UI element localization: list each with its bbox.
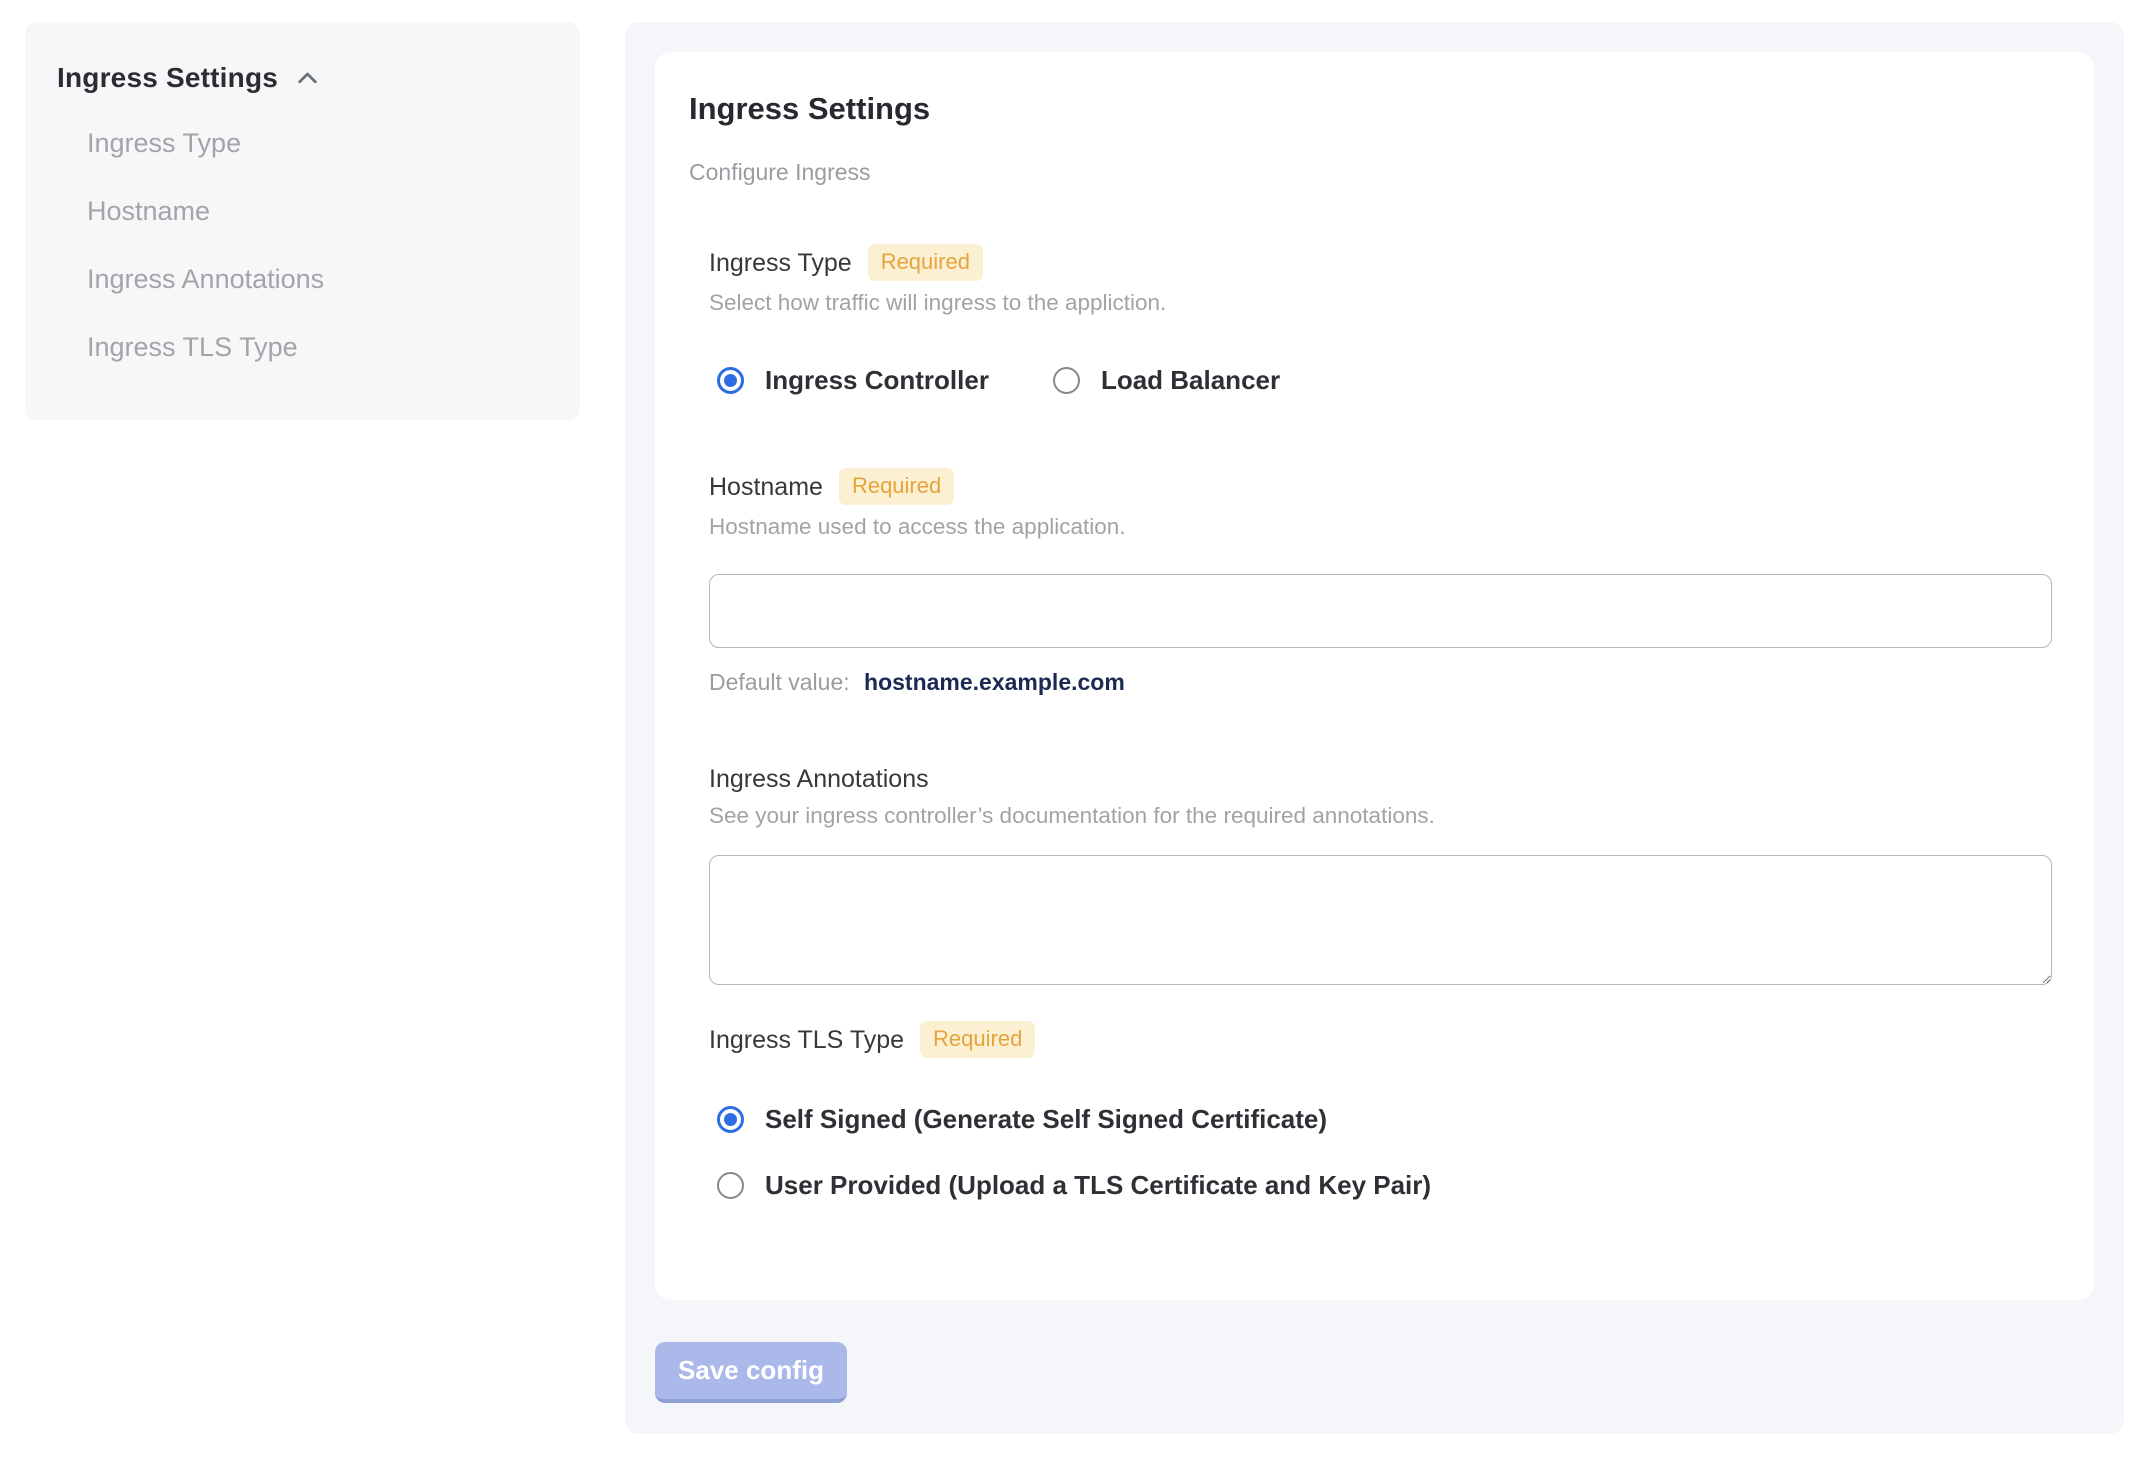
field-label: Ingress Type [709, 248, 852, 277]
field-help-text: Select how traffic will ingress to the a… [709, 290, 1167, 315]
field-label-row: Ingress Type Required [709, 244, 2060, 281]
radio-option-label: Load Balancer [1100, 365, 1281, 395]
ingress-type-radio-group: Ingress Controller Load Balancer [717, 364, 2060, 396]
tls-type-radio-group: Self Signed (Generate Self Signed Certif… [717, 1103, 2060, 1201]
sidebar-item-ingress-type[interactable]: Ingress Type [87, 128, 550, 158]
field-label-row: Ingress TLS Type Required [709, 1021, 2060, 1058]
radio-option-user-provided[interactable]: User Provided (Upload a TLS Certificate … [717, 1169, 2060, 1201]
field-help-text: Hostname used to access the application. [709, 514, 1126, 539]
radio-selected-icon[interactable] [717, 366, 744, 394]
default-value-line: Default value: hostname.example.com [709, 668, 2060, 696]
field-ingress-type: Ingress Type Required Select how traffic… [709, 244, 2060, 396]
radio-option-load-balancer[interactable]: Load Balancer [1052, 364, 1281, 396]
default-value-text: hostname.example.com [864, 669, 1125, 695]
field-hostname: Hostname Required Hostname used to acces… [709, 468, 2060, 696]
radio-option-label: Self Signed (Generate Self Signed Certif… [765, 1104, 1328, 1134]
radio-selected-icon[interactable] [717, 1105, 744, 1133]
hostname-input[interactable] [709, 574, 2052, 648]
sidebar-item-ingress-tls-type[interactable]: Ingress TLS Type [87, 332, 550, 362]
save-config-button[interactable]: Save config [655, 1342, 847, 1403]
page-subtitle: Configure Ingress [689, 159, 871, 185]
settings-panel: Ingress Settings Configure Ingress Ingre… [625, 22, 2124, 1434]
page-title: Ingress Settings [689, 91, 931, 126]
field-label: Ingress TLS Type [709, 1025, 905, 1054]
field-help-text: See your ingress controller’s documentat… [709, 803, 1435, 828]
field-label-row: Hostname Required [709, 468, 2060, 505]
ingress-annotations-textarea[interactable] [709, 855, 2052, 985]
required-badge: Required [838, 468, 955, 505]
field-label: Ingress Annotations [709, 765, 929, 793]
field-label: Hostname [709, 472, 823, 501]
sidebar-section-title: Ingress Settings [57, 62, 279, 93]
sidebar-nav: Ingress Type Hostname Ingress Annotation… [87, 128, 550, 362]
chevron-up-icon [294, 65, 321, 92]
form-sections: Ingress Type Required Select how traffic… [709, 244, 2060, 1201]
default-value-prefix: Default value: [709, 669, 850, 695]
radio-option-label: User Provided (Upload a TLS Certificate … [765, 1170, 1432, 1200]
required-badge: Required [867, 244, 983, 281]
field-label-row: Ingress Annotations [709, 764, 2060, 794]
settings-sidebar: Ingress Settings Ingress Type Hostname I… [25, 22, 580, 420]
radio-option-label: Ingress Controller [765, 365, 989, 395]
ingress-settings-card: Ingress Settings Configure Ingress Ingre… [655, 52, 2094, 1300]
sidebar-item-hostname[interactable]: Hostname [87, 196, 550, 226]
sidebar-section-toggle[interactable]: Ingress Settings [57, 62, 550, 94]
radio-option-self-signed[interactable]: Self Signed (Generate Self Signed Certif… [717, 1103, 2060, 1135]
radio-unselected-icon[interactable] [1052, 366, 1080, 394]
sidebar-item-ingress-annotations[interactable]: Ingress Annotations [87, 264, 550, 294]
radio-unselected-icon[interactable] [717, 1171, 744, 1199]
radio-option-ingress-controller[interactable]: Ingress Controller [717, 364, 989, 396]
field-ingress-tls-type: Ingress TLS Type Required Self Signed (G… [709, 1021, 2060, 1201]
field-ingress-annotations: Ingress Annotations See your ingress con… [709, 764, 2060, 985]
required-badge: Required [920, 1021, 1036, 1058]
